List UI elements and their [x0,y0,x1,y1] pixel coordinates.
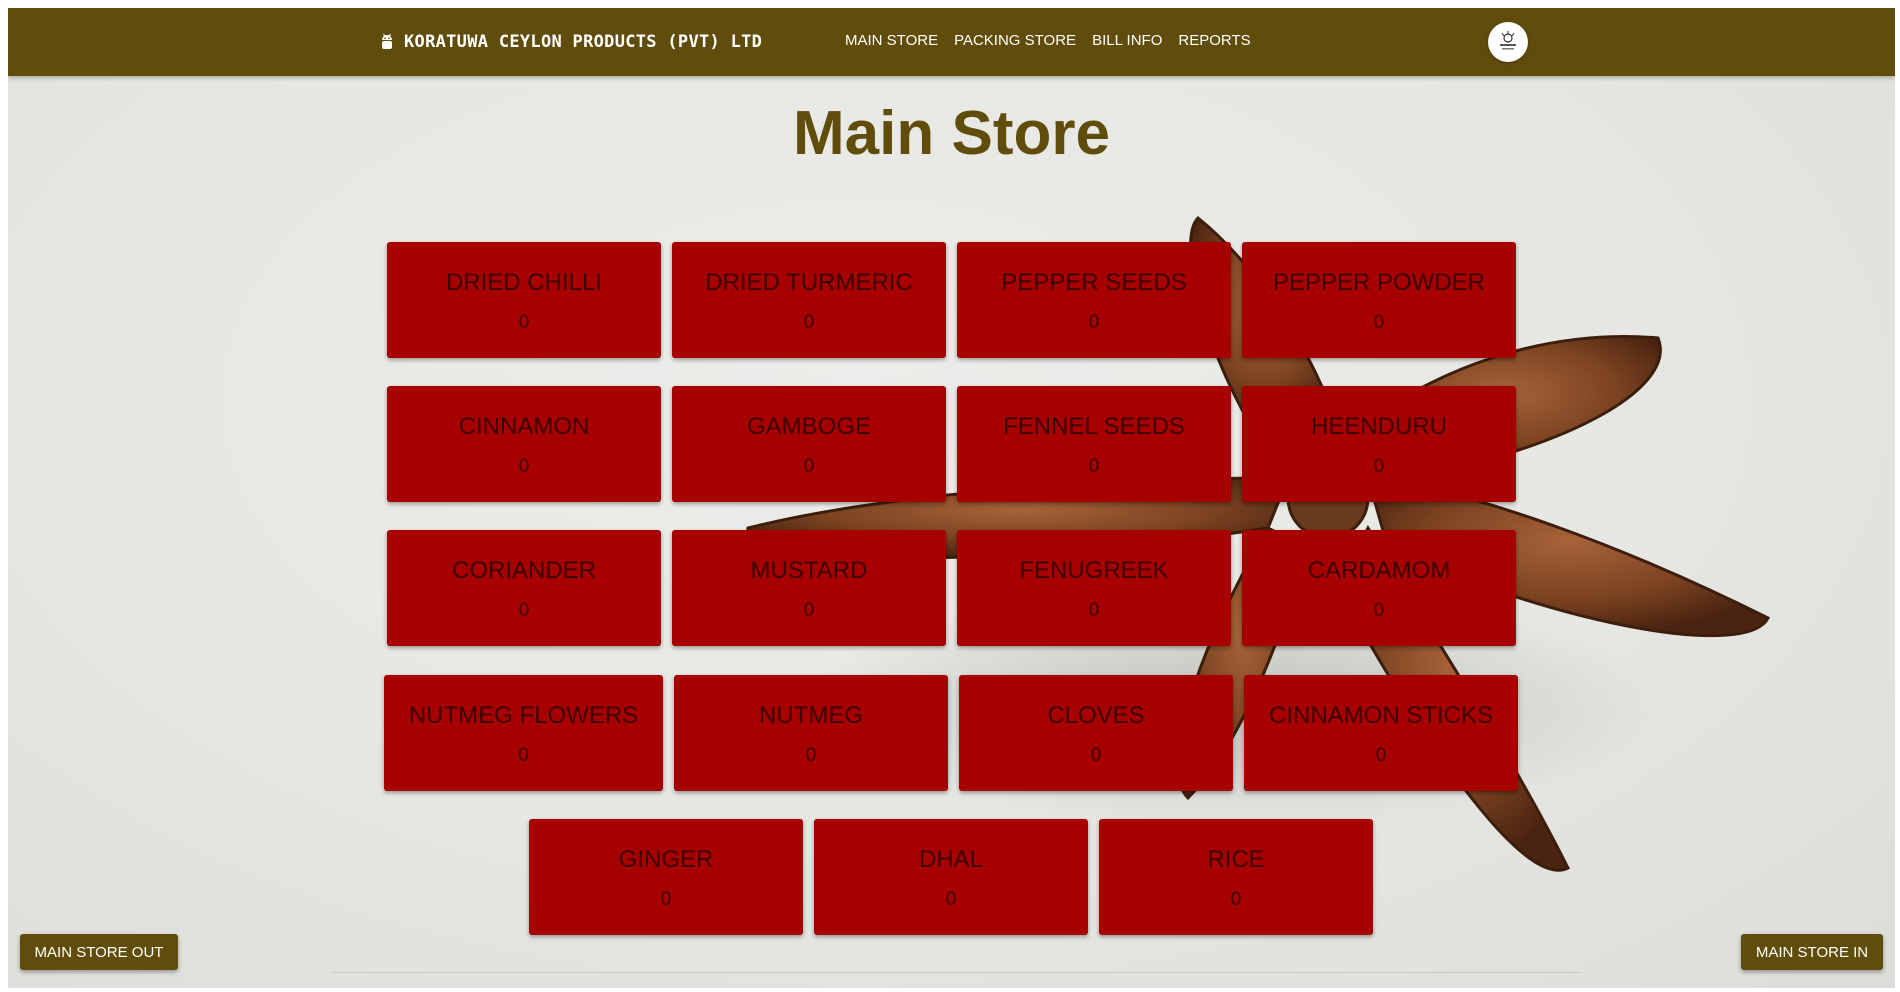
item-count: 0 [1230,889,1242,910]
item-name: RICE [1207,846,1265,873]
item-name: CORIANDER [451,557,596,584]
item-card-cardamom[interactable]: CARDAMOM 0 [1242,530,1516,646]
item-name: DRIED CHILLI [445,269,603,296]
item-count: 0 [1373,456,1385,477]
page-title: Main Store [793,99,1110,168]
brand[interactable]: KORATUWA CEYLON PRODUCTS (PVT) LTD [380,30,762,54]
item-name: CINNAMON STICKS [1268,702,1493,729]
item-name: PEPPER POWDER [1272,269,1486,296]
item-count: 0 [518,600,530,621]
item-card-dried-turmeric[interactable]: DRIED TURMERIC 0 [672,242,946,358]
android-icon [382,33,392,49]
item-card-fennel-seeds[interactable]: FENNEL SEEDS 0 [957,386,1231,502]
item-count: 0 [1088,600,1100,621]
item-card-rice[interactable]: RICE 0 [1099,819,1373,935]
item-card-heenduru[interactable]: HEENDURU 0 [1242,386,1516,502]
item-card-pepper-powder[interactable]: PEPPER POWDER 0 [1242,242,1516,358]
item-name: FENNEL SEEDS [1003,413,1185,440]
item-count: 0 [1373,312,1385,333]
item-name: MUSTARD [750,557,868,584]
item-card-mustard[interactable]: MUSTARD 0 [672,530,946,646]
item-name: PEPPER SEEDS [1001,269,1187,296]
item-name: CARDAMOM [1307,557,1451,584]
nav-bill-info[interactable]: BILL INFO [1092,32,1162,49]
main-store-in-button[interactable]: MAIN STORE IN [1741,934,1883,970]
item-name: NUTMEG FLOWERS [408,702,639,729]
item-card-ginger[interactable]: GINGER 0 [529,819,803,935]
footer-divider [332,972,1581,973]
item-count: 0 [803,312,815,333]
brand-name: KORATUWA CEYLON PRODUCTS (PVT) LTD [404,32,763,52]
item-name: NUTMEG [759,702,863,729]
item-name: GAMBOGE [746,413,872,440]
app-frame: KORATUWA CEYLON PRODUCTS (PVT) LTD MAIN … [8,8,1895,988]
item-card-cloves[interactable]: CLOVES 0 [959,675,1233,791]
item-count: 0 [803,600,815,621]
item-count: 0 [805,745,817,766]
item-card-fenugreek[interactable]: FENUGREEK 0 [957,530,1231,646]
item-card-dhal[interactable]: DHAL 0 [814,819,1088,935]
item-count: 0 [1373,600,1385,621]
main-store-out-button[interactable]: MAIN STORE OUT [20,934,178,970]
item-card-dried-chilli[interactable]: DRIED CHILLI 0 [387,242,661,358]
item-card-pepper-seeds[interactable]: PEPPER SEEDS 0 [957,242,1231,358]
item-name: GINGER [618,846,714,873]
nav-packing-store[interactable]: PACKING STORE [954,32,1076,49]
nav-reports[interactable]: REPORTS [1178,32,1250,49]
item-card-nutmeg[interactable]: NUTMEG 0 [674,675,948,791]
item-count: 0 [1088,312,1100,333]
item-count: 0 [1090,745,1102,766]
item-name: CLOVES [1047,702,1145,729]
item-card-cinnamon-sticks[interactable]: CINNAMON STICKS 0 [1244,675,1518,791]
item-count: 0 [1375,745,1387,766]
item-count: 0 [660,889,672,910]
item-card-gamboge[interactable]: GAMBOGE 0 [672,386,946,502]
item-name: FENUGREEK [1019,557,1169,584]
item-count: 0 [1088,456,1100,477]
item-count: 0 [945,889,957,910]
item-name: HEENDURU [1310,413,1447,440]
item-count: 0 [518,456,530,477]
item-card-cinnamon[interactable]: CINNAMON 0 [387,386,661,502]
avatar[interactable] [1488,22,1528,62]
item-card-nutmeg-flowers[interactable]: NUTMEG FLOWERS 0 [384,675,663,791]
item-name: DHAL [918,846,984,873]
item-count: 0 [803,456,815,477]
navbar: KORATUWA CEYLON PRODUCTS (PVT) LTD MAIN … [8,8,1895,76]
item-name: CINNAMON [458,413,590,440]
item-name: DRIED TURMERIC [705,269,913,296]
company-logo-icon [1500,31,1516,50]
nav-main-store[interactable]: MAIN STORE [845,32,938,49]
item-count: 0 [518,745,529,766]
item-card-coriander[interactable]: CORIANDER 0 [387,530,661,646]
item-count: 0 [518,312,530,333]
main-nav: MAIN STORE PACKING STORE BILL INFO REPOR… [845,32,1251,49]
